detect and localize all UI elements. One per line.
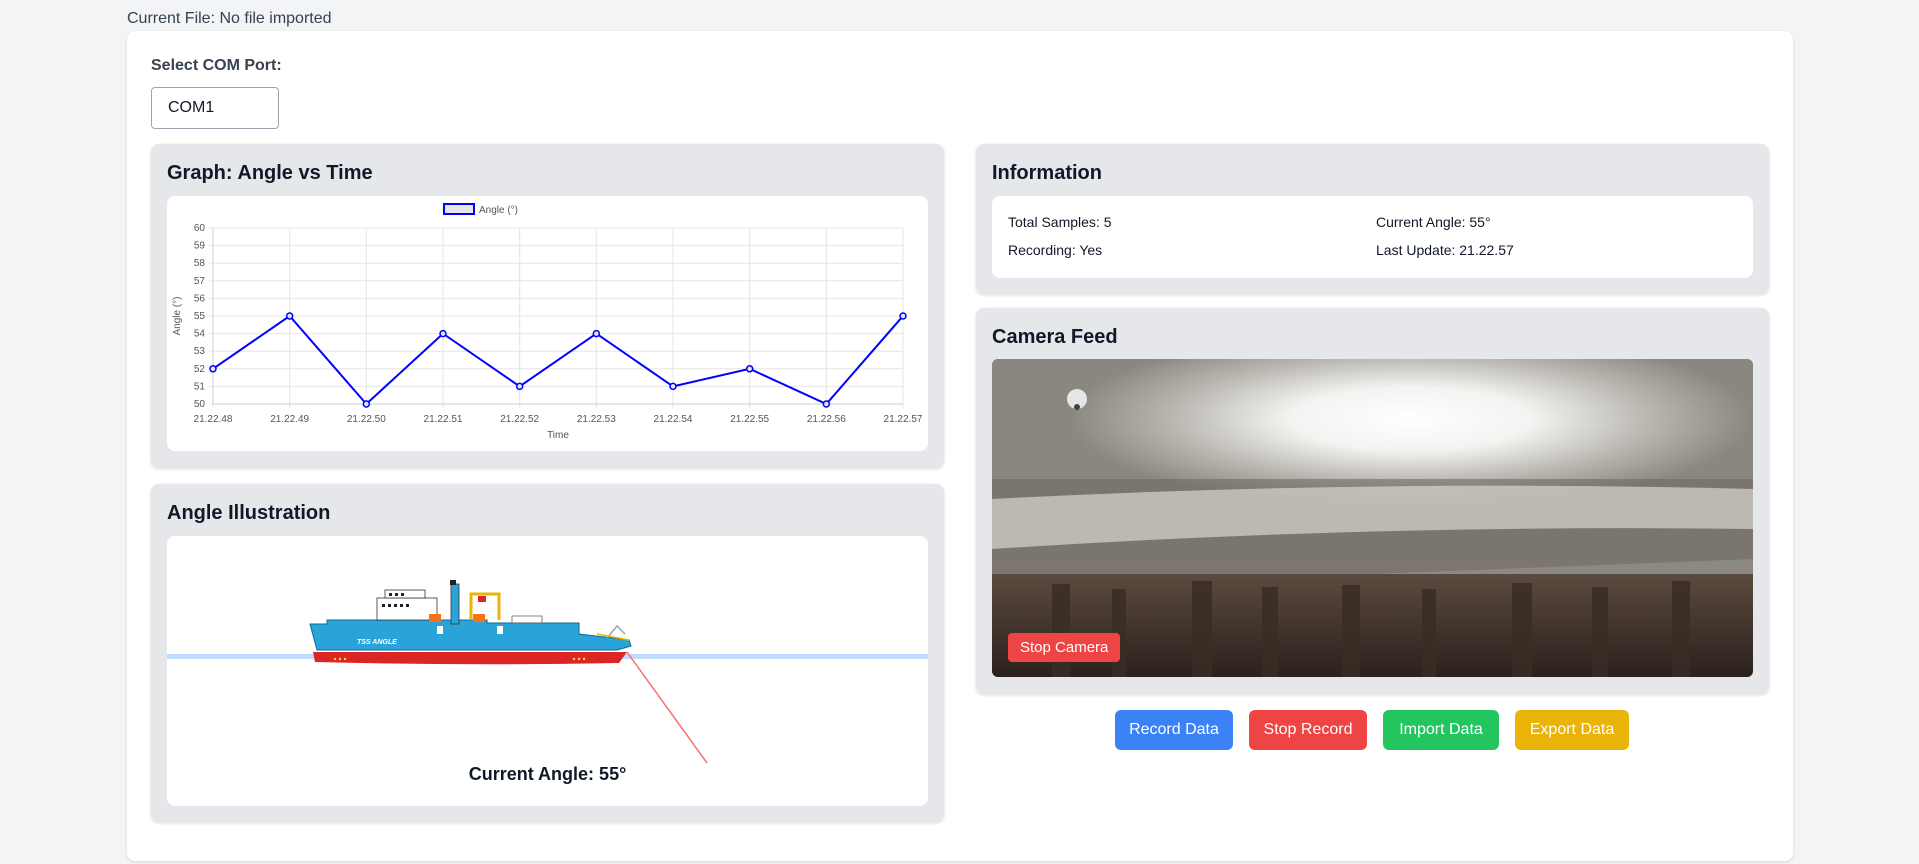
ship-hull-bottom [313, 652, 627, 665]
export-data-button[interactable]: Export Data [1515, 710, 1629, 750]
y-tick-label: 57 [194, 276, 206, 287]
current-angle-label: Current Angle: 55° [468, 764, 627, 784]
stop-camera-button[interactable]: Stop Camera [1008, 633, 1121, 662]
y-tick-label: 59 [194, 241, 206, 252]
data-point [669, 382, 677, 391]
x-tick-label: 21.22.54 [654, 414, 693, 425]
illustration-container: TSS ANGLE Current Angle: 55° [167, 536, 928, 806]
illustration-title: Angle Illustration [167, 502, 331, 524]
angle-line [626, 651, 708, 764]
x-tick-label: 21.22.52 [500, 414, 539, 425]
data-point [515, 382, 524, 391]
data-point [822, 400, 831, 408]
y-axis-title: Angle (°) [172, 296, 183, 335]
x-axis-title: Time [547, 430, 569, 441]
y-tick-label: 51 [194, 381, 206, 392]
camera-feed: Stop Camera [992, 359, 1753, 677]
data-point [899, 312, 907, 320]
bridge-block [376, 597, 438, 621]
record-data-button[interactable]: Record Data [1115, 710, 1233, 750]
data-point [592, 329, 601, 338]
camera-panel: Camera Feed Stop Camera [976, 308, 1769, 694]
x-tick-label: 21.22.48 [194, 414, 233, 425]
x-tick-label: 21.22.51 [424, 414, 463, 425]
angle-chart: 50 51 52 53 54 55 56 57 58 59 60 21.22.48 21.22.49 21… [172, 203, 923, 441]
y-tick-label: 55 [194, 311, 206, 322]
x-tick-label: 21.22.53 [577, 414, 616, 425]
x-tick-label: 21.22.50 [347, 414, 386, 425]
x-tick-label: 21.22.57 [884, 414, 923, 425]
information-title: Information [992, 162, 1102, 184]
series-line [212, 314, 904, 406]
y-tick-label: 58 [194, 258, 206, 269]
recording-status: Recording: Yes [1008, 242, 1103, 258]
information-panel: Information Total Samples: 5 Current Ang… [976, 144, 1769, 294]
data-point [209, 365, 217, 373]
info-current-angle: Current Angle: 55° [1376, 214, 1491, 230]
last-update: Last Update: 21.22.57 [1376, 242, 1514, 258]
graph-container: 50 51 52 53 54 55 56 57 58 59 60 21.22.48 21.22.49 21… [167, 196, 928, 451]
x-tick-label: 21.22.56 [807, 414, 846, 425]
total-samples: Total Samples: 5 [1008, 214, 1112, 230]
y-tick-label: 56 [194, 293, 206, 304]
camera-title: Camera Feed [992, 326, 1118, 348]
legend-label: Angle (°) [479, 205, 518, 216]
information-container: Total Samples: 5 Current Angle: 55° Reco… [992, 196, 1753, 278]
com-port-value: COM1 [168, 99, 215, 116]
camera-image [992, 359, 1753, 677]
graph-panel: Graph: Angle vs Time 50 51 52 53 54 55 56 57 58 5… [151, 144, 944, 468]
y-tick-label: 50 [194, 399, 206, 410]
com-port-label: Select COM Port: [151, 57, 282, 74]
y-tick-label: 60 [194, 223, 206, 234]
data-point [439, 329, 447, 338]
y-tick-label: 54 [194, 329, 206, 340]
y-tick-label: 53 [194, 346, 206, 357]
data-point [745, 365, 754, 373]
legend-swatch [443, 203, 475, 215]
graph-title: Graph: Angle vs Time [167, 162, 373, 184]
data-point [285, 312, 294, 320]
funnel [450, 583, 460, 625]
current-file-label: Current File: No file imported [127, 10, 332, 27]
data-point [362, 400, 371, 408]
illustration-panel: Angle Illustration TSS ANGLE Current Ang… [151, 484, 944, 822]
x-tick-label: 21.22.55 [730, 414, 769, 425]
ship-name-label: TSS ANGLE [357, 639, 397, 646]
x-tick-label: 21.22.49 [270, 414, 309, 425]
import-data-button[interactable]: Import Data [1383, 710, 1499, 750]
com-port-select[interactable]: COM1 [151, 87, 279, 129]
stop-record-button[interactable]: Stop Record [1249, 710, 1367, 750]
y-tick-label: 52 [194, 364, 206, 375]
